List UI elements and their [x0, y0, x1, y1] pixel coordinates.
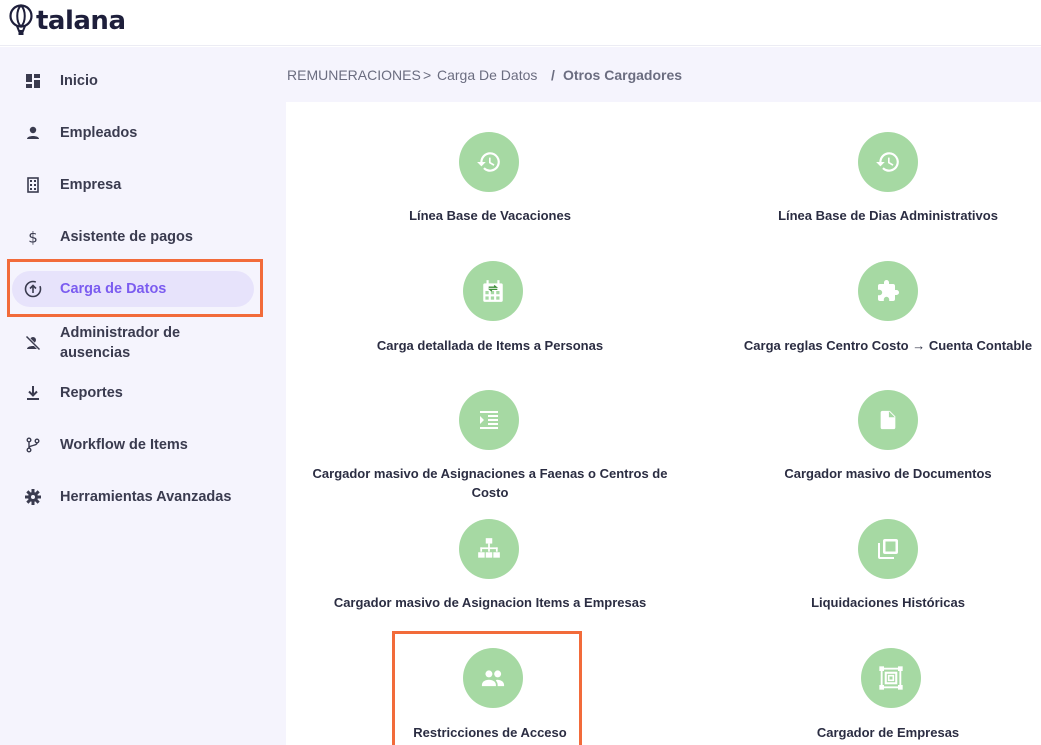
card-label: Línea Base de Dias Administrativos [778, 208, 998, 223]
svg-text:$: $ [28, 229, 38, 245]
brand-name: talana [36, 6, 126, 36]
card-label: Carga reglas Centro Costo → Cuenta Conta… [743, 338, 1033, 353]
sidebar-item-label: Herramientas Avanzadas [60, 489, 232, 505]
history-icon [459, 132, 519, 192]
sidebar-item-empleados[interactable]: Empleados [12, 115, 254, 151]
sidebar-item-label: Empresa [60, 177, 122, 193]
card-label: Carga detallada de Items a Personas [376, 338, 604, 353]
sidebar-item-label: Reportes [60, 385, 123, 401]
branch-icon [24, 436, 42, 454]
person-off-icon [24, 334, 42, 352]
breadcrumb-middle[interactable]: Carga De Datos [437, 67, 537, 83]
brand-logo[interactable]: talana [8, 2, 126, 40]
sidebar-item-inicio[interactable]: Inicio [12, 63, 254, 99]
sidebar: Inicio Empleados Empresa $ Asistente de … [0, 47, 286, 745]
sidebar-item-herramientas-avanzadas[interactable]: Herramientas Avanzadas [12, 479, 254, 515]
sidebar-item-label: Workflow de Items [60, 437, 188, 453]
frame-icon [861, 648, 921, 708]
dollar-icon: $ [24, 228, 42, 246]
card-label: Cargador masivo de Documentos [784, 466, 992, 481]
sidebar-item-label: Inicio [60, 73, 98, 89]
org-chart-icon [459, 519, 519, 579]
dashboard-icon [24, 72, 42, 90]
history-icon [858, 132, 918, 192]
sidebar-item-empresa[interactable]: Empresa [12, 167, 254, 203]
card-label: Cargador masivo de Asignacion Items a Em… [333, 595, 647, 610]
puzzle-icon [858, 261, 918, 321]
card-label: Liquidaciones Históricas [811, 595, 965, 610]
breadcrumb-current: Otros Cargadores [563, 67, 683, 83]
breadcrumb-separator: > [423, 67, 432, 83]
breadcrumb: REMUNERACIONES > Carga De Datos / Otros … [286, 47, 1041, 102]
sidebar-item-workflow-items[interactable]: Workflow de Items [12, 427, 254, 463]
card-label: Cargador masivo de Asignaciones a Faenas… [312, 466, 668, 500]
copy-icon [858, 519, 918, 579]
highlight-frame-nav [7, 259, 263, 317]
sidebar-item-administrador-ausencias[interactable]: Administrador de ausencias [12, 319, 254, 367]
calendar-swap-icon [463, 261, 523, 321]
person-icon [24, 124, 42, 142]
card-label: Línea Base de Vacaciones [409, 208, 571, 223]
sidebar-item-asistente-pagos[interactable]: $ Asistente de pagos [12, 219, 254, 255]
highlight-frame-card [392, 631, 582, 745]
sidebar-item-label: Asistente de pagos [60, 229, 193, 245]
gear-icon [24, 488, 42, 506]
building-icon [24, 176, 42, 194]
sidebar-item-label: Administrador de ausencias [60, 325, 181, 361]
balloon-icon [9, 4, 33, 35]
document-icon [858, 390, 918, 450]
download-icon [24, 384, 42, 402]
indent-list-icon [459, 390, 519, 450]
sidebar-item-label: Empleados [60, 125, 138, 141]
sidebar-item-reportes[interactable]: Reportes [12, 375, 254, 411]
top-bar: talana [0, 0, 1041, 46]
card-label: Cargador de Empresas [816, 725, 960, 740]
breadcrumb-root[interactable]: REMUNERACIONES [287, 67, 421, 83]
breadcrumb-separator: / [551, 67, 555, 83]
